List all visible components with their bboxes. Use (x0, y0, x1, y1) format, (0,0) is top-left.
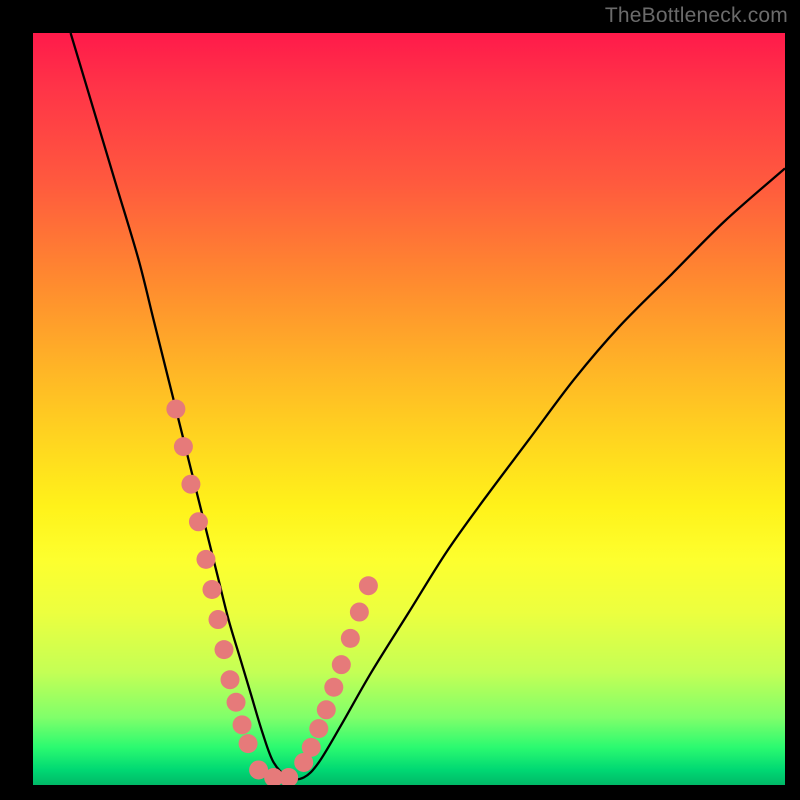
highlight-dot (227, 693, 246, 712)
highlight-dot (189, 512, 208, 531)
highlight-dot (309, 719, 328, 738)
plot-area (33, 33, 785, 785)
highlight-dot (221, 670, 240, 689)
curve-svg (33, 33, 785, 785)
chart-frame: TheBottleneck.com (0, 0, 800, 800)
highlight-dot (174, 437, 193, 456)
highlight-dot (324, 678, 343, 697)
highlight-dot (359, 576, 378, 595)
highlight-dot (302, 738, 321, 757)
watermark-text: TheBottleneck.com (605, 4, 788, 28)
highlight-dot (233, 715, 252, 734)
highlight-dot (350, 603, 369, 622)
highlight-dot (239, 734, 258, 753)
highlight-dots (166, 400, 378, 786)
highlight-dot (332, 655, 351, 674)
highlight-dot (181, 475, 200, 494)
highlight-dot (208, 610, 227, 629)
highlight-dot (341, 629, 360, 648)
highlight-dot (215, 640, 234, 659)
highlight-dot (279, 768, 298, 785)
highlight-dot (317, 700, 336, 719)
highlight-dot (196, 550, 215, 569)
highlight-dot (166, 400, 185, 419)
highlight-dot (202, 580, 221, 599)
